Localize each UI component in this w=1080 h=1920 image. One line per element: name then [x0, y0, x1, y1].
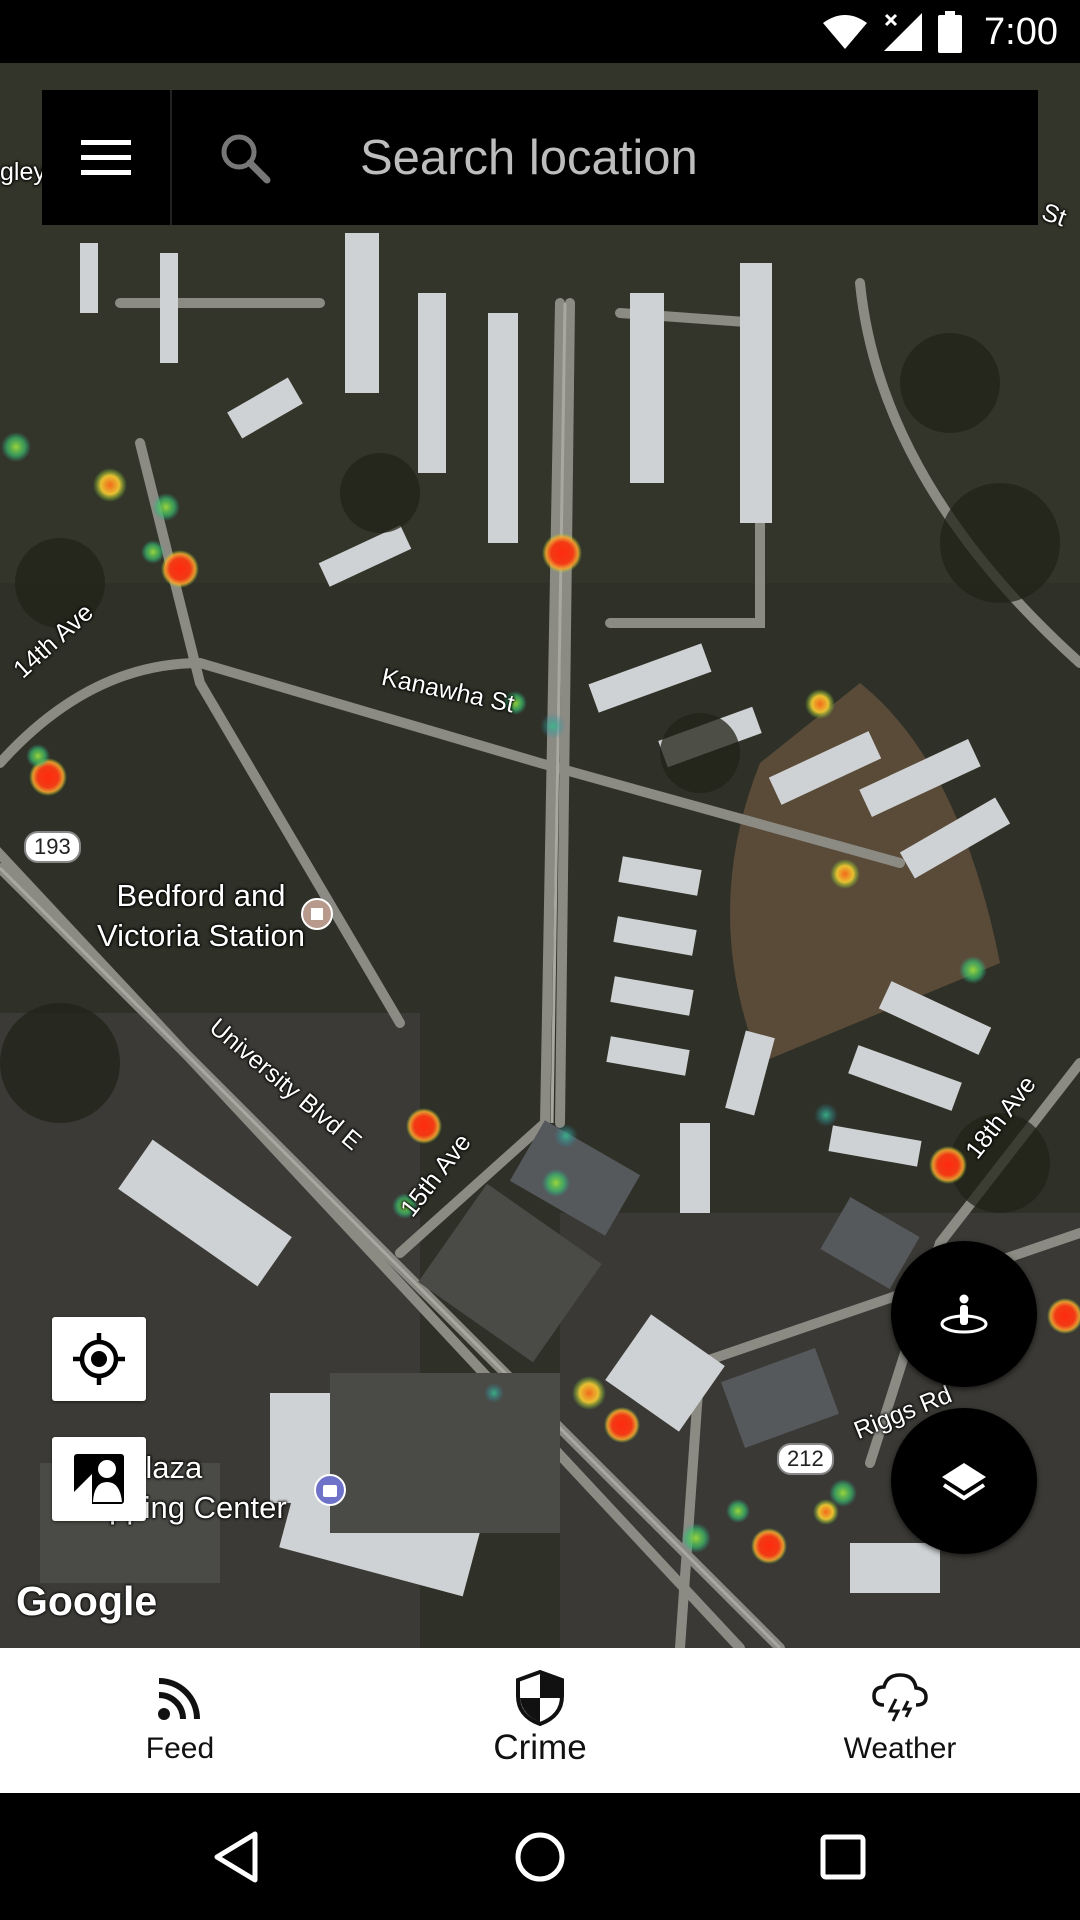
google-attribution: Google — [16, 1578, 158, 1624]
status-icons: 7:00 — [822, 8, 1058, 56]
bottom-navigation: Feed Crime Weather — [0, 1648, 1080, 1793]
hamburger-menu-icon — [81, 139, 131, 175]
status-time: 7:00 — [984, 10, 1058, 53]
pegman-icon — [940, 1294, 988, 1334]
poi-label-bedford-victoria-station[interactable]: Bedford and Victoria Station — [56, 876, 346, 956]
menu-button[interactable] — [42, 90, 172, 225]
home-button[interactable] — [504, 1821, 576, 1893]
app-screen: 7:00 gley St 14th Ave Kanawha St Univers… — [0, 0, 1080, 1920]
rss-feed-icon — [157, 1670, 203, 1726]
nav-item-feed[interactable]: Feed — [0, 1648, 360, 1793]
street-view-icon — [74, 1454, 124, 1504]
street-view-button[interactable] — [52, 1437, 146, 1521]
route-shield-212: 212 — [777, 1443, 834, 1475]
recents-icon — [820, 1834, 866, 1880]
layers-icon — [942, 1463, 986, 1501]
nav-label-crime: Crime — [493, 1728, 587, 1767]
nav-label-feed: Feed — [145, 1732, 215, 1765]
my-location-button[interactable] — [52, 1317, 146, 1401]
nav-label-weather: Weather — [843, 1732, 957, 1765]
search-icon — [217, 130, 273, 186]
shield-icon — [516, 1670, 564, 1726]
recents-button[interactable] — [807, 1821, 879, 1893]
my-location-icon — [73, 1333, 125, 1385]
thunderstorm-icon — [872, 1670, 928, 1726]
system-navigation-bar — [0, 1793, 1080, 1920]
wifi-icon — [823, 15, 868, 49]
back-button[interactable] — [200, 1821, 272, 1893]
signal-icon — [884, 13, 923, 51]
back-icon — [214, 1831, 258, 1883]
map-view[interactable]: gley Wa St 14th Ave Kanawha St Universit… — [0, 63, 1080, 1648]
home-icon — [515, 1832, 565, 1882]
search-bar — [42, 90, 1038, 225]
battery-icon — [938, 11, 963, 53]
status-bar: 7:00 — [0, 0, 1080, 63]
nav-item-crime[interactable]: Crime — [360, 1648, 720, 1793]
search-location-input[interactable] — [360, 120, 1000, 196]
layers-fab[interactable] — [891, 1408, 1037, 1554]
nav-item-weather[interactable]: Weather — [720, 1648, 1080, 1793]
route-shield-193: 193 — [24, 831, 81, 863]
pegman-fab[interactable] — [891, 1241, 1037, 1387]
